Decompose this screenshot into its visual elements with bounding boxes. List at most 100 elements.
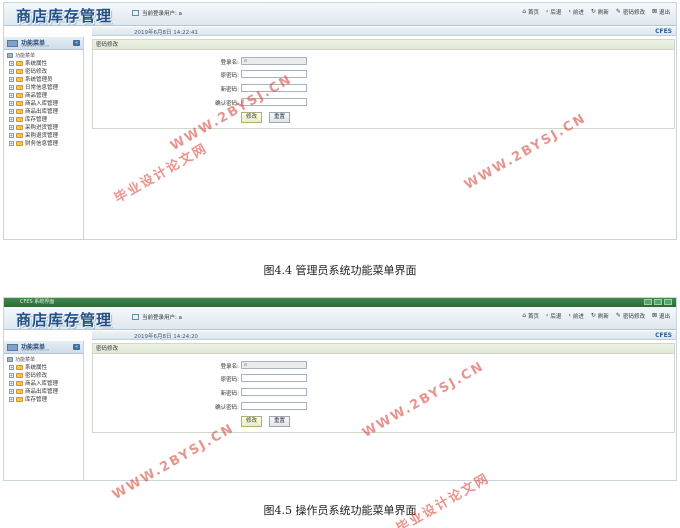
back-icon: ‹ xyxy=(546,8,549,15)
maximize-button[interactable] xyxy=(654,299,662,305)
folder-icon xyxy=(16,68,23,74)
sidebar-item[interactable]: + 系统属性 xyxy=(7,363,83,371)
folder-icon xyxy=(16,372,23,378)
sidebar-item[interactable]: + 商品入库管理 xyxy=(7,99,83,107)
expand-icon[interactable]: + xyxy=(9,380,14,386)
sidebar-subtitle: www.xxx.xxx.cn xyxy=(21,348,50,352)
expand-icon[interactable]: + xyxy=(9,60,14,66)
sidebar-item-label: 财务信息管理 xyxy=(25,141,59,147)
expand-icon[interactable]: + xyxy=(9,364,14,370)
menu-icon xyxy=(7,40,18,47)
sidebar-item[interactable]: + 密码修改 xyxy=(7,371,83,379)
expand-icon[interactable]: + xyxy=(9,124,14,130)
sidebar-subtitle: www.xxx.xxx.cn xyxy=(21,44,50,48)
old-password-field[interactable] xyxy=(241,374,307,382)
top-toolbar: ⌂ 首页 ‹ 后退 › 前进 ↻ 刷新 ✎ 密码修改 ⊠ 退出 xyxy=(522,312,670,321)
sidebar-item[interactable]: + 采购退货管理 xyxy=(7,131,83,139)
expand-icon[interactable]: + xyxy=(9,132,14,138)
panel-title: 密码修改 xyxy=(93,40,674,50)
close-window-button[interactable] xyxy=(664,299,672,305)
submit-button[interactable]: 修改 xyxy=(241,416,263,427)
new-password-field[interactable] xyxy=(241,388,307,396)
tree-root[interactable]: 功能菜单 xyxy=(7,52,83,59)
reset-button[interactable]: 重置 xyxy=(269,416,291,427)
change-password-button[interactable]: ✎ 密码修改 xyxy=(615,312,645,321)
sidebar-item-label: 采购退货管理 xyxy=(25,133,59,139)
folder-icon xyxy=(16,132,23,138)
forward-icon: › xyxy=(568,8,571,15)
forward-button[interactable]: › 前进 xyxy=(568,312,583,321)
expand-icon[interactable]: + xyxy=(9,100,14,106)
old-password-field[interactable] xyxy=(241,70,307,78)
expand-icon[interactable]: + xyxy=(9,116,14,122)
folder-icon xyxy=(16,60,23,66)
username-field: a xyxy=(241,57,307,65)
sidebar-item-label: 系统属性 xyxy=(25,365,48,371)
home-button[interactable]: ⌂ 首页 xyxy=(522,312,539,321)
sidebar-item[interactable]: + 财务信息管理 xyxy=(7,139,83,147)
confirm-password-field[interactable] xyxy=(241,98,307,106)
sidebar-item[interactable]: + 商品出库管理 xyxy=(7,107,83,115)
folder-icon xyxy=(16,364,23,370)
exit-button[interactable]: ⊠ 退出 xyxy=(652,312,670,321)
folder-icon xyxy=(16,140,23,146)
forward-button[interactable]: › 前进 xyxy=(568,8,583,17)
panel-title: 密码修改 xyxy=(93,344,674,354)
expand-icon[interactable]: + xyxy=(9,140,14,146)
username-label: 登录名: xyxy=(220,364,239,370)
expand-icon[interactable]: + xyxy=(9,388,14,394)
expand-icon[interactable]: + xyxy=(9,372,14,378)
sidebar-item[interactable]: + 商品入库管理 xyxy=(7,379,83,387)
expand-icon[interactable]: + xyxy=(9,84,14,90)
folder-icon xyxy=(16,124,23,130)
sidebar: 功能菜单 www.xxx.xxx.cn « 功能菜单 + 系统属性 + 密码修改 + 商品… xyxy=(4,341,84,480)
confirm-password-field[interactable] xyxy=(241,402,307,410)
sidebar-item[interactable]: + 系统管理员 xyxy=(7,75,83,83)
key-icon: ✎ xyxy=(615,312,621,319)
sidebar-item-label: 商品管理 xyxy=(25,93,48,99)
sidebar-item[interactable]: + 密码修改 xyxy=(7,67,83,75)
exit-button[interactable]: ⊠ 退出 xyxy=(652,8,670,17)
date-bar: 2019年6月8日 14:22:41 CFES xyxy=(92,27,676,36)
old-password-label: 原密码: xyxy=(220,377,239,383)
expand-icon[interactable]: + xyxy=(9,396,14,402)
sidebar-item[interactable]: + 采购进货管理 xyxy=(7,123,83,131)
sidebar-header: 功能菜单 www.xxx.xxx.cn « xyxy=(4,341,83,354)
sidebar-item-label: 日常信息管理 xyxy=(25,85,59,91)
folder-icon xyxy=(16,396,23,402)
window-titlebar: CFES 系统界面 xyxy=(4,298,676,307)
top-toolbar: ⌂ 首页 ‹ 后退 › 前进 ↻ 刷新 ✎ 密码修改 ⊠ 退出 xyxy=(522,8,670,17)
sidebar-item[interactable]: + 系统属性 xyxy=(7,59,83,67)
collapse-sidebar-button[interactable]: « xyxy=(73,344,80,350)
change-password-button[interactable]: ✎ 密码修改 xyxy=(616,8,645,17)
expand-icon[interactable]: + xyxy=(9,68,14,74)
sidebar-item[interactable]: + 商品出库管理 xyxy=(7,387,83,395)
back-button[interactable]: ‹ 后退 xyxy=(546,8,561,17)
folder-icon xyxy=(16,92,23,98)
new-password-label: 新密码: xyxy=(220,391,239,397)
reset-button[interactable]: 重置 xyxy=(269,112,291,123)
new-password-field[interactable] xyxy=(241,84,307,92)
expand-icon[interactable]: + xyxy=(9,92,14,98)
refresh-button[interactable]: ↻ 刷新 xyxy=(591,8,609,17)
expand-icon[interactable]: + xyxy=(9,76,14,82)
submit-button[interactable]: 修改 xyxy=(241,112,263,123)
minimize-button[interactable] xyxy=(644,299,652,305)
collapse-sidebar-button[interactable]: « xyxy=(73,40,80,46)
sidebar-item[interactable]: + 库存管理 xyxy=(7,115,83,123)
refresh-button[interactable]: ↻ 刷新 xyxy=(590,312,609,321)
admin-screenshot: 商店库存管理 当前登录用户: a ⌂ 首页 ‹ 后退 › 前进 ↻ 刷新 ✎ 密码修改 ⊠… xyxy=(3,2,677,240)
current-user: 当前登录用户: a xyxy=(132,313,182,321)
sidebar-item[interactable]: + 日常信息管理 xyxy=(7,83,83,91)
sidebar-item-label: 商品入库管理 xyxy=(25,381,59,387)
home-button[interactable]: ⌂ 首页 xyxy=(522,8,539,17)
current-date: 2019年6月8日 14:24:20 xyxy=(134,334,198,340)
sidebar-item[interactable]: + 商品管理 xyxy=(7,91,83,99)
expand-icon[interactable]: + xyxy=(9,108,14,114)
sidebar-item-label: 系统属性 xyxy=(25,61,48,67)
refresh-icon: ↻ xyxy=(590,312,596,319)
back-button[interactable]: ‹ 后退 xyxy=(546,312,561,321)
home-icon: ⌂ xyxy=(522,312,526,319)
sidebar-item[interactable]: + 库存管理 xyxy=(7,395,83,403)
tree-root[interactable]: 功能菜单 xyxy=(7,356,83,363)
